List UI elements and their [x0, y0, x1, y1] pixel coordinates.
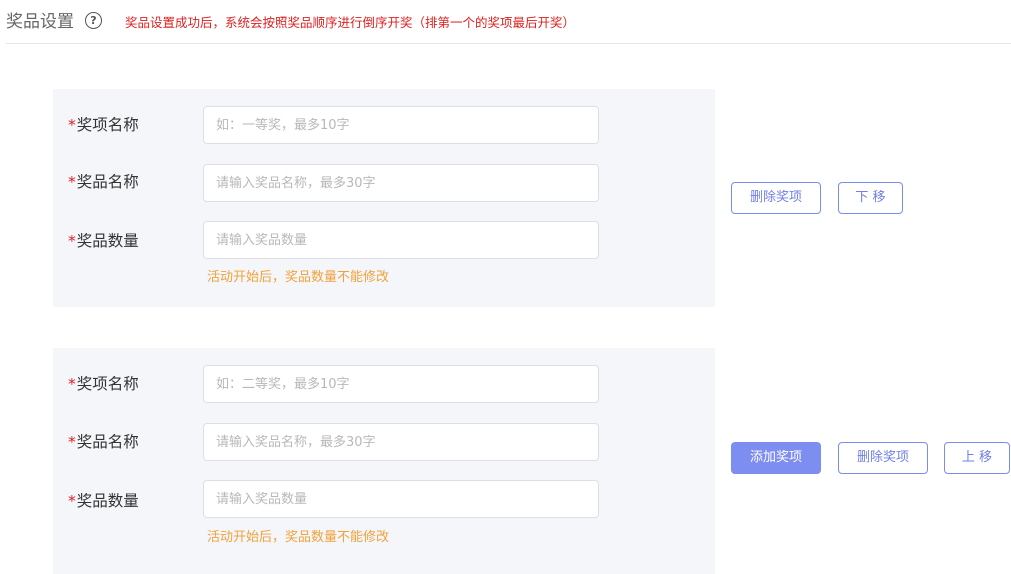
- prize-name-label: *奖品名称: [68, 171, 139, 193]
- help-icon[interactable]: ?: [85, 12, 102, 29]
- required-mark: *: [68, 375, 76, 393]
- prize-level-input[interactable]: [203, 106, 599, 144]
- quantity-hint: 活动开始后，奖品数量不能修改: [207, 530, 390, 545]
- label-text: 奖项名称: [76, 116, 139, 134]
- quantity-hint: 活动开始后，奖品数量不能修改: [207, 270, 390, 285]
- required-mark: *: [68, 232, 76, 250]
- prize-name-input[interactable]: [203, 164, 599, 202]
- delete-prize-button[interactable]: 删除奖项: [731, 182, 821, 214]
- prize-quantity-label: *奖品数量: [68, 490, 139, 512]
- prize-card-1: *奖项名称 *奖品名称 *奖品数量 活动开始后，奖品数量不能修改: [53, 89, 715, 307]
- prize-level-input[interactable]: [203, 365, 599, 403]
- label-text: 奖品数量: [76, 492, 139, 510]
- move-down-button[interactable]: 下 移: [838, 182, 903, 214]
- prize-level-label: *奖项名称: [68, 114, 139, 136]
- prize-level-label: *奖项名称: [68, 373, 139, 395]
- label-text: 奖品名称: [76, 173, 139, 191]
- label-text: 奖项名称: [76, 375, 139, 393]
- add-prize-button[interactable]: 添加奖项: [731, 442, 821, 474]
- prize-quantity-input[interactable]: [203, 221, 599, 259]
- notice-text: 奖品设置成功后，系统会按照奖品顺序进行倒序开奖（排第一个的奖项最后开奖）: [125, 15, 576, 30]
- page-title: 奖品设置: [6, 12, 74, 32]
- label-text: 奖品名称: [76, 433, 139, 451]
- prize-quantity-input[interactable]: [203, 480, 599, 518]
- required-mark: *: [68, 116, 76, 134]
- required-mark: *: [68, 173, 76, 191]
- section-header: 奖品设置 ? 奖品设置成功后，系统会按照奖品顺序进行倒序开奖（排第一个的奖项最后…: [6, 8, 1011, 44]
- prize-card-2: *奖项名称 *奖品名称 *奖品数量 活动开始后，奖品数量不能修改: [53, 348, 715, 574]
- prize-name-label: *奖品名称: [68, 431, 139, 453]
- label-text: 奖品数量: [76, 232, 139, 250]
- move-up-button[interactable]: 上 移: [944, 442, 1010, 474]
- required-mark: *: [68, 433, 76, 451]
- delete-prize-button[interactable]: 删除奖项: [838, 442, 928, 474]
- prize-name-input[interactable]: [203, 423, 599, 461]
- required-mark: *: [68, 492, 76, 510]
- prize-quantity-label: *奖品数量: [68, 230, 139, 252]
